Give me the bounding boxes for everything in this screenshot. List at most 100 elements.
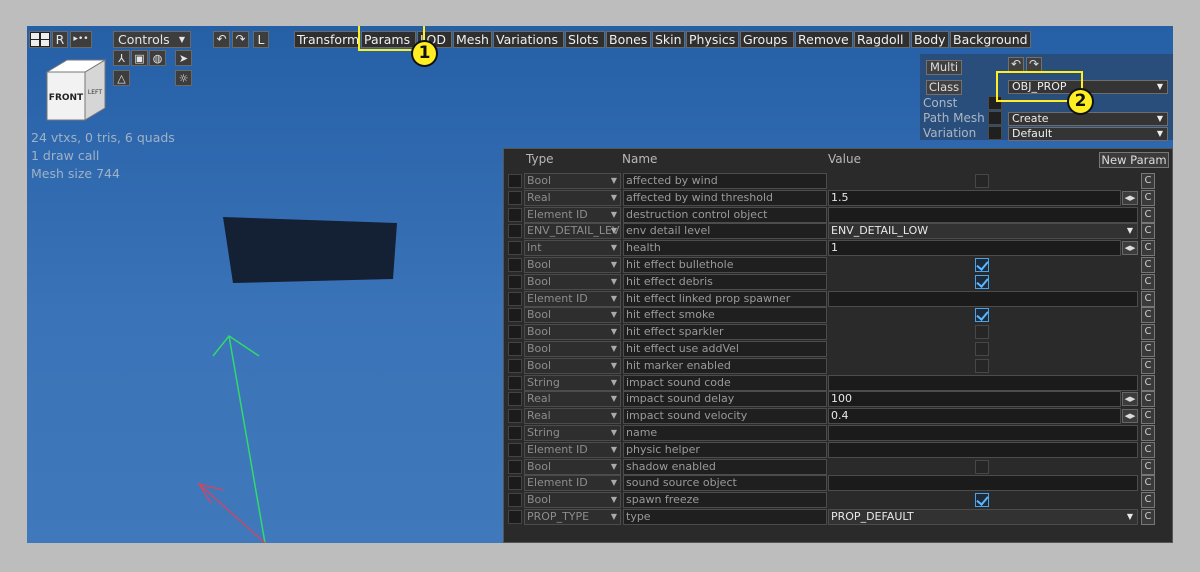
tab-remove[interactable]: Remove bbox=[795, 31, 853, 48]
row-checkbox[interactable] bbox=[508, 375, 522, 390]
row-checkbox[interactable] bbox=[508, 459, 522, 474]
name-field[interactable]: env detail level bbox=[623, 223, 827, 240]
value-field[interactable] bbox=[828, 475, 1138, 492]
row-checkbox[interactable] bbox=[508, 392, 522, 407]
layout-grid-icon[interactable] bbox=[29, 31, 51, 48]
spinner-icon[interactable]: ◀▶ bbox=[1122, 409, 1138, 424]
value-field[interactable]: 100 bbox=[828, 391, 1121, 408]
type-select[interactable]: Element ID ▼ bbox=[524, 206, 621, 223]
value-field[interactable] bbox=[828, 206, 1138, 223]
name-field[interactable]: affected by wind bbox=[623, 173, 827, 189]
reset-param-button[interactable]: C bbox=[1141, 475, 1155, 492]
value-checkbox[interactable] bbox=[975, 342, 989, 356]
tab-transform[interactable]: Transform bbox=[294, 31, 360, 48]
row-checkbox[interactable] bbox=[508, 426, 522, 440]
reset-r-button[interactable]: R bbox=[52, 31, 68, 48]
variation-checkbox[interactable] bbox=[988, 126, 1002, 140]
axis-gizmo-icon[interactable]: ⅄ bbox=[113, 50, 130, 66]
reset-param-button[interactable]: C bbox=[1141, 290, 1155, 307]
new-param-button[interactable]: New Param bbox=[1099, 152, 1169, 168]
spinner-icon[interactable]: ◀▶ bbox=[1122, 190, 1138, 205]
name-field[interactable]: sound source object bbox=[623, 475, 827, 492]
row-checkbox[interactable] bbox=[508, 174, 522, 188]
name-field[interactable]: impact sound code bbox=[623, 374, 827, 391]
tab-slots[interactable]: Slots bbox=[565, 31, 605, 48]
row-checkbox[interactable] bbox=[508, 308, 522, 323]
name-field[interactable]: hit effect linked prop spawner bbox=[623, 290, 827, 307]
reset-param-button[interactable]: C bbox=[1141, 206, 1155, 223]
controls-dropdown[interactable]: Controls ▼ bbox=[113, 31, 191, 48]
reset-param-button[interactable]: C bbox=[1141, 509, 1155, 525]
reset-param-button[interactable]: C bbox=[1141, 307, 1155, 324]
type-select[interactable]: Bool ▼ bbox=[524, 341, 621, 357]
row-checkbox[interactable] bbox=[508, 442, 522, 457]
row-checkbox[interactable] bbox=[508, 224, 522, 239]
reset-param-button[interactable]: C bbox=[1141, 408, 1155, 425]
name-field[interactable]: physic helper bbox=[623, 441, 827, 458]
playback-icon[interactable]: ▸•• bbox=[70, 31, 92, 48]
reset-param-button[interactable]: C bbox=[1141, 223, 1155, 240]
type-select[interactable]: String ▼ bbox=[524, 425, 621, 441]
value-checkbox[interactable] bbox=[975, 174, 989, 188]
type-select[interactable]: Element ID ▼ bbox=[524, 290, 621, 307]
row-checkbox[interactable] bbox=[508, 493, 522, 508]
name-field[interactable]: affected by wind threshold bbox=[623, 189, 827, 206]
undo-icon[interactable]: ↶ bbox=[213, 31, 230, 48]
value-field[interactable] bbox=[828, 374, 1138, 391]
type-select[interactable]: Bool ▼ bbox=[524, 357, 621, 374]
row-checkbox[interactable] bbox=[508, 274, 522, 289]
type-select[interactable]: ENV_DETAIL_LEVEL▼ bbox=[524, 223, 621, 240]
tab-bones[interactable]: Bones bbox=[606, 31, 651, 48]
tab-mesh[interactable]: Mesh bbox=[453, 31, 492, 48]
value-checkbox[interactable] bbox=[975, 325, 989, 340]
name-field[interactable]: hit effect smoke bbox=[623, 307, 827, 324]
undo-icon[interactable]: ↶ bbox=[1008, 57, 1024, 72]
path-mesh-select[interactable]: Create ▼ bbox=[1008, 112, 1168, 126]
reset-param-button[interactable]: C bbox=[1141, 458, 1155, 475]
redo-icon[interactable]: ↷ bbox=[1026, 57, 1042, 72]
value-select[interactable]: ENV_DETAIL_LOW ▼ bbox=[828, 223, 1138, 240]
cube-view-icon[interactable]: ▣ bbox=[131, 50, 148, 66]
l-button[interactable]: L bbox=[253, 31, 269, 48]
name-field[interactable]: hit effect debris bbox=[623, 273, 827, 290]
type-select[interactable]: Bool ▼ bbox=[524, 458, 621, 475]
reset-param-button[interactable]: C bbox=[1141, 441, 1155, 458]
path-mesh-checkbox[interactable] bbox=[988, 111, 1002, 125]
type-select[interactable]: Bool ▼ bbox=[524, 324, 621, 341]
tab-physics[interactable]: Physics bbox=[686, 31, 739, 48]
type-select[interactable]: Element ID ▼ bbox=[524, 475, 621, 492]
value-select[interactable]: PROP_DEFAULT ▼ bbox=[828, 509, 1138, 525]
name-field[interactable]: health bbox=[623, 240, 827, 257]
name-field[interactable]: type bbox=[623, 509, 827, 525]
value-field[interactable]: 1.5 bbox=[828, 189, 1121, 206]
value-checkbox[interactable] bbox=[975, 358, 989, 373]
reset-param-button[interactable]: C bbox=[1141, 374, 1155, 391]
sphere-view-icon[interactable]: ◍ bbox=[149, 50, 166, 66]
type-select[interactable]: Int ▼ bbox=[524, 240, 621, 257]
reset-param-button[interactable]: C bbox=[1141, 425, 1155, 441]
multi-button[interactable]: Multi bbox=[926, 60, 962, 75]
reset-param-button[interactable]: C bbox=[1141, 341, 1155, 357]
value-checkbox[interactable] bbox=[975, 308, 989, 323]
value-field[interactable]: 0.4 bbox=[828, 408, 1121, 425]
value-field[interactable] bbox=[828, 441, 1138, 458]
value-checkbox[interactable] bbox=[975, 493, 989, 508]
reset-param-button[interactable]: C bbox=[1141, 240, 1155, 257]
value-checkbox[interactable] bbox=[975, 274, 989, 289]
type-select[interactable]: Bool ▼ bbox=[524, 273, 621, 290]
value-field[interactable]: 1 bbox=[828, 240, 1121, 257]
reset-param-button[interactable]: C bbox=[1141, 257, 1155, 273]
row-checkbox[interactable] bbox=[508, 258, 522, 272]
reset-param-button[interactable]: C bbox=[1141, 492, 1155, 509]
name-field[interactable]: shadow enabled bbox=[623, 458, 827, 475]
triangle-icon[interactable]: △ bbox=[113, 70, 130, 86]
name-field[interactable]: hit effect sparkler bbox=[623, 324, 827, 341]
type-select[interactable]: String ▼ bbox=[524, 374, 621, 391]
name-field[interactable]: hit effect bullethole bbox=[623, 257, 827, 273]
reset-param-button[interactable]: C bbox=[1141, 173, 1155, 189]
row-checkbox[interactable] bbox=[508, 291, 522, 306]
variation-select[interactable]: Default ▼ bbox=[1008, 127, 1168, 141]
row-checkbox[interactable] bbox=[508, 510, 522, 524]
row-checkbox[interactable] bbox=[508, 342, 522, 356]
row-checkbox[interactable] bbox=[508, 325, 522, 340]
